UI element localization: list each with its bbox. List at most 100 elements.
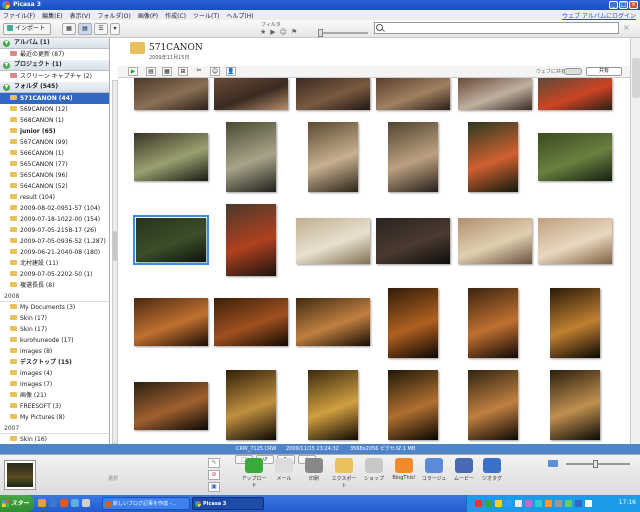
photo-thumbnail[interactable] [134, 133, 208, 181]
tray-app-icon[interactable] [475, 500, 482, 507]
photo-thumbnail[interactable] [214, 298, 288, 346]
folder-item[interactable]: 画像 (21) [0, 390, 109, 401]
folder-item[interactable]: 566CANON (1) [0, 148, 109, 159]
folder-item[interactable]: 565CANON (77) [0, 159, 109, 170]
face-icon[interactable]: ☺ [210, 67, 220, 76]
quicklaunch-explorer-icon[interactable] [38, 499, 46, 507]
folder-item[interactable]: 567CANON (99) [0, 137, 109, 148]
folder-item[interactable]: My Documents (3) [0, 302, 109, 313]
tray-tool-button[interactable]: アップロード [240, 458, 268, 489]
folder-item[interactable]: 568CANON (1) [0, 115, 109, 126]
folder-item[interactable]: Skin (16) [0, 434, 109, 444]
tray-app-icon[interactable] [485, 500, 492, 507]
folder-item[interactable]: junior (65) [0, 126, 109, 137]
photo-thumbnail[interactable] [308, 122, 358, 192]
photo-thumbnail[interactable] [376, 218, 450, 264]
zoom-knob[interactable] [593, 460, 598, 468]
import-button[interactable]: インポート [3, 23, 51, 35]
list-view-button[interactable]: ☰ [94, 23, 108, 35]
quicklaunch-firefox-icon[interactable] [60, 499, 68, 507]
add-album-icon[interactable]: ▣ [208, 482, 220, 492]
folder-item[interactable]: 2009-07-05-2202-50 (1) [0, 269, 109, 280]
menu-picture[interactable]: 画像(P) [138, 11, 158, 20]
menu-view[interactable]: 表示(V) [70, 11, 91, 20]
photo-thumbnail[interactable] [134, 382, 208, 430]
tray-tool-button[interactable]: ムービー [450, 458, 478, 482]
folder-item[interactable]: 564CANON (52) [0, 181, 109, 192]
folder-item[interactable]: Skin (17) [0, 324, 109, 335]
tray-app-icon[interactable] [505, 500, 512, 507]
photo-thumbnail[interactable] [134, 298, 208, 346]
tray-tool-button[interactable]: メール [270, 458, 298, 482]
search-input[interactable] [385, 23, 615, 33]
folder-item[interactable]: 571CANON (44) [0, 93, 109, 104]
photo-thumbnail[interactable] [388, 122, 438, 192]
taskbar-picasa-window[interactable]: Picasa 3 [192, 497, 264, 510]
folder-item[interactable]: 2009-08-02-0951-57 (104) [0, 203, 109, 214]
tray-tool-button[interactable]: ショップ [360, 458, 388, 482]
photo-thumbnail[interactable] [296, 78, 370, 110]
face-filter-icon[interactable]: ☺ [280, 28, 287, 36]
share-button[interactable]: 共有 [586, 67, 622, 76]
tray-tool-button[interactable]: コラージュ [420, 458, 448, 482]
folder-item[interactable]: 2009-06-21-2040-08 (180) [0, 247, 109, 258]
folder-item[interactable]: 565CANON (96) [0, 170, 109, 181]
tray-app-icon[interactable] [525, 500, 532, 507]
section-folders[interactable]: ▼ フォルダ (545) [0, 82, 109, 93]
photo-thumbnail[interactable] [468, 122, 518, 192]
photo-thumbnail[interactable] [538, 78, 612, 110]
collapse-icon[interactable]: ▼ [3, 84, 10, 91]
folder-item[interactable]: images (8) [0, 346, 109, 357]
video-filter-icon[interactable]: ▶ [270, 28, 275, 36]
people-icon[interactable]: 👤 [226, 67, 236, 76]
menu-create[interactable]: 作成(C) [165, 11, 186, 20]
grid-icon[interactable]: ⊞ [178, 67, 188, 76]
web-album-login-link[interactable]: ウェブ アルバムにログイン [562, 11, 636, 20]
folder-item[interactable]: 複選長長 (8) [0, 280, 109, 291]
tray-app-icon[interactable] [535, 500, 542, 507]
hold-pin-icon[interactable]: ✎ [208, 458, 220, 468]
tray-tool-button[interactable]: 印刷 [300, 458, 328, 482]
menu-help[interactable]: ヘルプ(H) [226, 11, 253, 20]
menu-folder[interactable]: フォルダ(O) [97, 11, 130, 20]
folder-item[interactable]: FREESOFT (3) [0, 401, 109, 412]
folder-item[interactable]: 2009-07-05-0936-52 (1,287) [0, 236, 109, 247]
photo-thumbnail[interactable] [226, 370, 276, 440]
folder-item[interactable]: images (4) [0, 368, 109, 379]
tray-app-icon[interactable] [495, 500, 502, 507]
photo-thumbnail[interactable] [133, 215, 209, 265]
folder-item[interactable]: kurohuneode (17) [0, 335, 109, 346]
project-screen-capture[interactable]: スクリーン キャプチャ (2) [0, 71, 109, 82]
slider-knob[interactable] [318, 29, 323, 37]
photo-thumbnail[interactable] [134, 78, 208, 110]
album-recent[interactable]: 最近の更新 (87) [0, 49, 109, 60]
tray-tool-button[interactable]: ジオタグ [478, 458, 506, 482]
folder-view-button[interactable]: ▤ [78, 23, 92, 35]
thumbnail-scrollbar[interactable] [630, 38, 640, 444]
section-albums[interactable]: ▼ アルバム (1) [0, 38, 109, 49]
photo-thumbnail[interactable] [550, 288, 600, 358]
photo-thumbnail[interactable] [468, 370, 518, 440]
volume-icon[interactable] [585, 500, 592, 507]
tray-app-icon[interactable] [515, 500, 522, 507]
held-photo-thumbnail[interactable] [4, 460, 36, 490]
timeline-icon[interactable]: ▤ [146, 67, 156, 76]
folder-item[interactable]: result (104) [0, 192, 109, 203]
section-projects[interactable]: ▼ プロジェクト (1) [0, 60, 109, 71]
photo-thumbnail[interactable] [296, 218, 370, 264]
photo-thumbnail[interactable] [388, 370, 438, 440]
photo-thumbnail[interactable] [458, 78, 532, 110]
folder-item[interactable]: 北村建設 (11) [0, 258, 109, 269]
tray-tool-button[interactable]: BlogThis! [390, 458, 418, 481]
tray-app-icon[interactable] [565, 500, 572, 507]
quicklaunch-app-icon[interactable] [82, 499, 90, 507]
start-button[interactable]: スタート [0, 495, 34, 512]
photo-thumbnail[interactable] [538, 133, 612, 181]
tray-app-icon[interactable] [545, 500, 552, 507]
menu-tools[interactable]: ツール(T) [193, 11, 219, 20]
maximize-button[interactable]: □ [619, 1, 628, 9]
collage-icon[interactable]: ▦ [162, 67, 172, 76]
folder-item[interactable]: 2009-07-18-1022-00 (154) [0, 214, 109, 225]
photo-thumbnail[interactable] [468, 288, 518, 358]
photo-thumbnail[interactable] [226, 122, 276, 192]
